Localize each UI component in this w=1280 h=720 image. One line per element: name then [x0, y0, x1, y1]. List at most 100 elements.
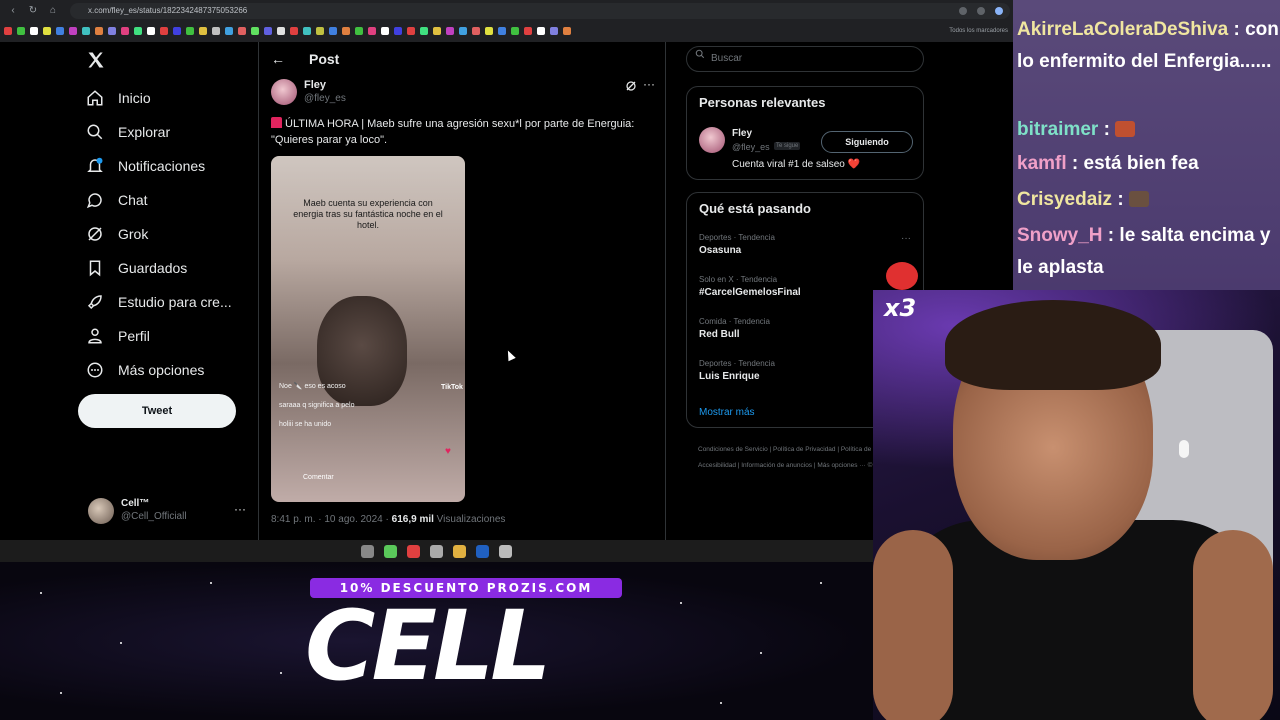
- profile-icon[interactable]: [995, 7, 1003, 15]
- bookmark-icon[interactable]: [472, 27, 480, 35]
- bookmark-icon[interactable]: [186, 27, 194, 35]
- relevant-name[interactable]: Fley: [732, 128, 752, 139]
- folder-icon[interactable]: [453, 544, 466, 558]
- bookmark-icon[interactable]: [394, 27, 402, 35]
- reload-icon[interactable]: ↻: [26, 4, 40, 18]
- nav-item-estudio[interactable]: Estudio para cre...: [86, 288, 232, 316]
- app-icon[interactable]: [384, 544, 397, 558]
- bookmark-icon[interactable]: [56, 27, 64, 35]
- bookmark-icon: [89, 260, 101, 277]
- app-icon[interactable]: [499, 544, 512, 558]
- bookmark-icon[interactable]: [199, 27, 207, 35]
- bookmark-icon[interactable]: [277, 27, 285, 35]
- bookmark-icon[interactable]: [147, 27, 155, 35]
- author-handle[interactable]: @fley_es: [304, 93, 346, 104]
- bookmark-icon[interactable]: [160, 27, 168, 35]
- x-logo-icon[interactable]: [86, 50, 106, 70]
- bookmark-icon[interactable]: [563, 27, 571, 35]
- bookmark-icon[interactable]: [30, 27, 38, 35]
- nav-item-mas-opciones[interactable]: Más opciones: [86, 356, 204, 384]
- search-input[interactable]: Buscar: [686, 46, 924, 72]
- nav-item-chat[interactable]: Chat: [86, 186, 148, 214]
- bookmark-icon[interactable]: [316, 27, 324, 35]
- following-button[interactable]: Siguiendo: [821, 131, 913, 153]
- bookmark-icon[interactable]: [407, 27, 415, 35]
- video-chat-line: holiii se ha unido: [279, 421, 332, 428]
- nav-item-guardados[interactable]: Guardados: [86, 254, 187, 282]
- extension-icon[interactable]: [959, 7, 967, 15]
- bookmark-icon[interactable]: [355, 27, 363, 35]
- address-bar[interactable]: x.com/fley_es/status/1822342487375053266: [70, 3, 1010, 19]
- bookmark-icon[interactable]: [459, 27, 467, 35]
- siren-icon: [271, 117, 282, 128]
- bookmark-icon[interactable]: [342, 27, 350, 35]
- bookmark-icon[interactable]: [95, 27, 103, 35]
- bookmark-icon[interactable]: [4, 27, 12, 35]
- card-title: Personas relevantes: [699, 95, 826, 110]
- bookmark-icon[interactable]: [511, 27, 519, 35]
- nav-item-perfil[interactable]: Perfil: [86, 322, 150, 350]
- bookmark-icon[interactable]: [290, 27, 298, 35]
- chat-sep: :: [1066, 153, 1084, 174]
- bookmark-icon[interactable]: [238, 27, 246, 35]
- bookmark-icon[interactable]: [69, 27, 77, 35]
- bookmark-icon[interactable]: [121, 27, 129, 35]
- nav-item-grok[interactable]: Grok: [86, 220, 148, 248]
- mascot-icon: [886, 262, 918, 290]
- back-arrow-icon[interactable]: ←: [271, 51, 285, 67]
- post-more-icon[interactable]: ···: [643, 77, 655, 91]
- chat-sep: :: [1102, 225, 1120, 246]
- bookmark-icon[interactable]: [134, 27, 142, 35]
- bookmark-icon[interactable]: [251, 27, 259, 35]
- grok-icon: [88, 227, 102, 241]
- author-avatar[interactable]: [271, 79, 297, 105]
- bookmark-icon[interactable]: [108, 27, 116, 35]
- chrome-icon[interactable]: [407, 544, 420, 558]
- bookmark-icon[interactable]: [524, 27, 532, 35]
- bookmark-icon[interactable]: [446, 27, 454, 35]
- bookmark-icon[interactable]: [303, 27, 311, 35]
- extension-icon[interactable]: [977, 7, 985, 15]
- bookmark-icon[interactable]: [43, 27, 51, 35]
- author-name[interactable]: Fley: [304, 79, 326, 91]
- nav-label: Explorar: [118, 124, 171, 140]
- bookmark-icon[interactable]: [173, 27, 181, 35]
- post-meta: 8:41 p. m. · 10 ago. 2024 · 616,9 mil Vi…: [271, 514, 505, 525]
- photoshop-icon[interactable]: [476, 544, 489, 558]
- app-icon[interactable]: [430, 544, 443, 558]
- more-icon[interactable]: ···: [234, 502, 246, 516]
- bookmark-icon[interactable]: [498, 27, 506, 35]
- bookmark-icon[interactable]: [82, 27, 90, 35]
- post-video[interactable]: Maeb cuenta su experiencia con energia t…: [271, 156, 465, 502]
- chat-icon: [86, 193, 102, 209]
- relevant-handle[interactable]: @fley_es: [732, 142, 770, 152]
- bookmark-icon[interactable]: [368, 27, 376, 35]
- nav-item-notificaciones[interactable]: Notificaciones: [86, 152, 205, 180]
- post-column: ← Post Fley @fley_es ··· ÚLTIMA HORA | M…: [258, 42, 666, 540]
- bookmark-icon[interactable]: [537, 27, 545, 35]
- bookmark-icon[interactable]: [550, 27, 558, 35]
- heart-icon: ♥: [445, 446, 451, 457]
- bookmark-icon[interactable]: [212, 27, 220, 35]
- all-bookmarks-label[interactable]: Todos los marcadores: [949, 28, 1012, 34]
- bookmark-icon[interactable]: [264, 27, 272, 35]
- trend-item[interactable]: Deportes · Tendencia Osasuna: [699, 233, 909, 256]
- nav-item-explorar[interactable]: Explorar: [86, 118, 170, 146]
- bookmark-icon[interactable]: [381, 27, 389, 35]
- app-icon[interactable]: [361, 544, 374, 558]
- show-more-link[interactable]: Mostrar más: [699, 407, 755, 418]
- bookmark-icon[interactable]: [17, 27, 25, 35]
- bookmark-icon[interactable]: [420, 27, 428, 35]
- bookmark-icon[interactable]: [433, 27, 441, 35]
- home-nav-icon[interactable]: ⌂: [46, 4, 60, 18]
- bookmark-icon[interactable]: [225, 27, 233, 35]
- chat-message: Crisyedaiz :: [1017, 184, 1279, 216]
- bookmark-icon[interactable]: [329, 27, 337, 35]
- account-switcher[interactable]: Cell™ @Cell_Officiall ···: [88, 494, 258, 530]
- bookmark-icon[interactable]: [485, 27, 493, 35]
- tweet-button[interactable]: Tweet: [78, 394, 236, 428]
- grok-explain-icon[interactable]: [625, 80, 637, 92]
- avatar[interactable]: [699, 127, 725, 153]
- nav-item-inicio[interactable]: Inicio: [86, 84, 151, 112]
- back-nav-icon[interactable]: ‹: [6, 4, 20, 18]
